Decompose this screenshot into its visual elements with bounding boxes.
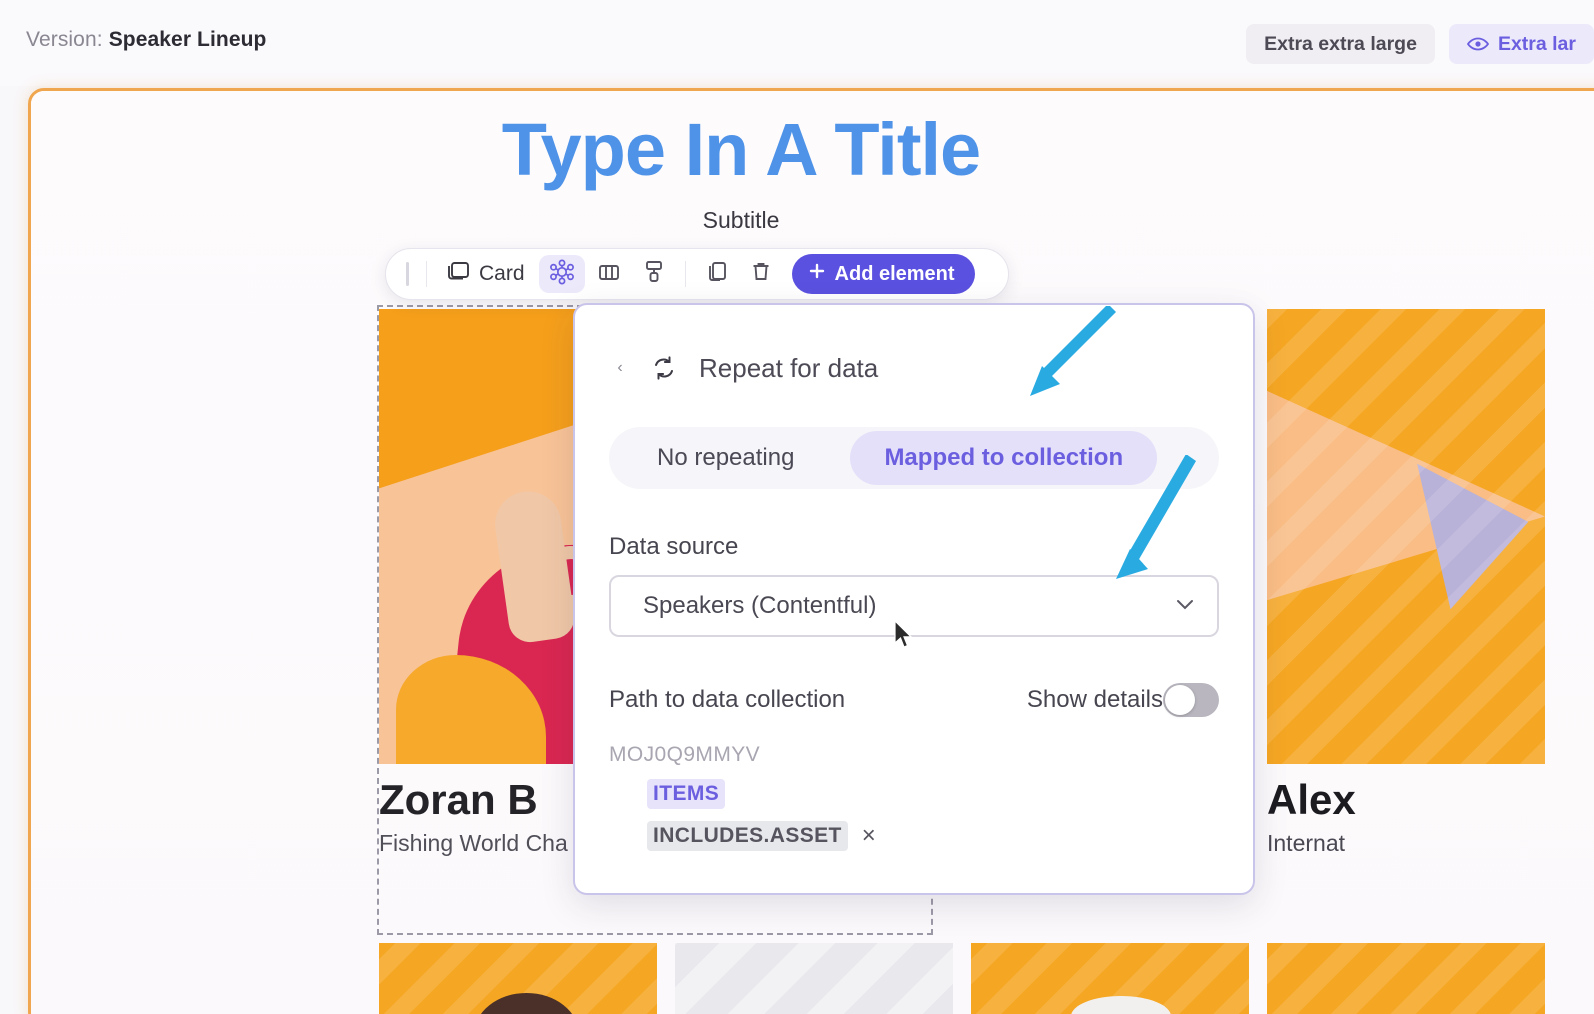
version-indicator: Version: Speaker Lineup: [26, 28, 266, 52]
speaker-card[interactable]: [379, 943, 657, 1014]
card-icon: [445, 259, 471, 289]
speaker-card-image: [379, 943, 657, 1014]
path-root: MOJ0Q9MMYV: [609, 743, 761, 766]
repeat-data-icon: [548, 258, 576, 291]
data-path-breadcrumb: MOJ0Q9MMYV ITEMS INCLUDES.ASSET ×: [609, 743, 1219, 851]
toolbar-divider: [684, 261, 686, 287]
segment-no-repeating[interactable]: No repeating: [623, 431, 828, 485]
version-label: Version:: [26, 28, 103, 51]
app-root: Version: Speaker Lineup Extra extra large…: [0, 0, 1594, 1014]
paint-brush-icon: [642, 259, 666, 290]
remove-path-segment-icon[interactable]: ×: [862, 824, 876, 848]
repeat-refresh-icon: [647, 351, 681, 385]
speaker-card-name: Alex: [1267, 778, 1356, 823]
popover-title: Repeat for data: [699, 352, 879, 383]
trash-icon: [749, 259, 773, 290]
page-title[interactable]: Type In A Title: [31, 113, 1451, 187]
element-type-button[interactable]: Card: [437, 255, 537, 293]
speaker-card-image: [971, 943, 1249, 1014]
repeat-for-data-popover: ‹ Repeat for data No repeating Mapped to…: [573, 303, 1255, 895]
speaker-card-image: [675, 943, 953, 1014]
chip-extra-extra-large[interactable]: Extra extra large: [1246, 24, 1435, 64]
popover-header: ‹ Repeat for data: [609, 351, 1219, 385]
data-source-value: Speakers (Contentful): [643, 592, 877, 619]
chevron-down-icon: [1173, 596, 1197, 617]
path-segment-includes-asset: INCLUDES.ASSET: [647, 821, 848, 851]
paint-brush-button[interactable]: [633, 255, 675, 293]
data-source-label: Data source: [609, 533, 739, 560]
element-toolbar: Card Add element: [385, 248, 1009, 300]
show-details-label: Show details: [1026, 686, 1163, 713]
speaker-cards-row-second: [379, 943, 1545, 1014]
speaker-card-image: [1267, 309, 1545, 764]
element-type-label: Card: [479, 262, 525, 285]
show-details-toggle[interactable]: [1163, 683, 1219, 717]
chip-extra-large-label: Extra lar: [1497, 32, 1576, 55]
duplicate-icon: [705, 259, 729, 290]
path-segment-items: ITEMS: [647, 779, 726, 809]
speaker-card-image: [1267, 943, 1545, 1014]
chip-extra-large[interactable]: Extra lar: [1448, 24, 1594, 64]
breakpoint-chips: Extra extra large Extra lar: [1246, 24, 1594, 64]
repeating-mode-segmented-control: No repeating Mapped to collection: [609, 427, 1219, 489]
layout-columns-button[interactable]: [587, 255, 631, 293]
plus-icon: [808, 262, 826, 286]
speaker-card[interactable]: [971, 943, 1249, 1014]
repeat-for-data-button[interactable]: [538, 255, 585, 293]
duplicate-button[interactable]: [696, 255, 738, 293]
segment-mapped-to-collection[interactable]: Mapped to collection: [850, 431, 1158, 485]
toolbar-divider: [426, 261, 427, 287]
speaker-card[interactable]: [1267, 943, 1545, 1014]
page-subtitle[interactable]: Subtitle: [31, 207, 1451, 234]
eye-icon: [1466, 37, 1489, 51]
drag-handle[interactable]: [398, 261, 416, 287]
speaker-card[interactable]: [675, 943, 953, 1014]
layout-columns-icon: [596, 260, 622, 289]
path-segment[interactable]: INCLUDES.ASSET ×: [647, 821, 1219, 851]
path-to-data-collection-label: Path to data collection: [609, 686, 846, 713]
show-details-control: Show details: [1027, 683, 1219, 717]
version-value: Speaker Lineup: [108, 28, 267, 51]
speaker-card[interactable]: Alex Internat: [1267, 309, 1545, 857]
chip-extra-extra-large-label: Extra extra large: [1264, 32, 1417, 55]
back-button[interactable]: ‹: [609, 354, 631, 382]
data-source-select[interactable]: Speakers (Contentful): [609, 575, 1219, 637]
speaker-card-role: Internat: [1267, 830, 1345, 857]
delete-button[interactable]: [740, 255, 782, 293]
add-element-label: Add element: [834, 262, 955, 285]
path-header-row: Path to data collection Show details: [609, 683, 1219, 717]
add-element-button[interactable]: Add element: [791, 254, 975, 294]
path-segment[interactable]: ITEMS: [647, 779, 1219, 809]
top-bar: Version: Speaker Lineup Extra extra large…: [0, 0, 1594, 86]
